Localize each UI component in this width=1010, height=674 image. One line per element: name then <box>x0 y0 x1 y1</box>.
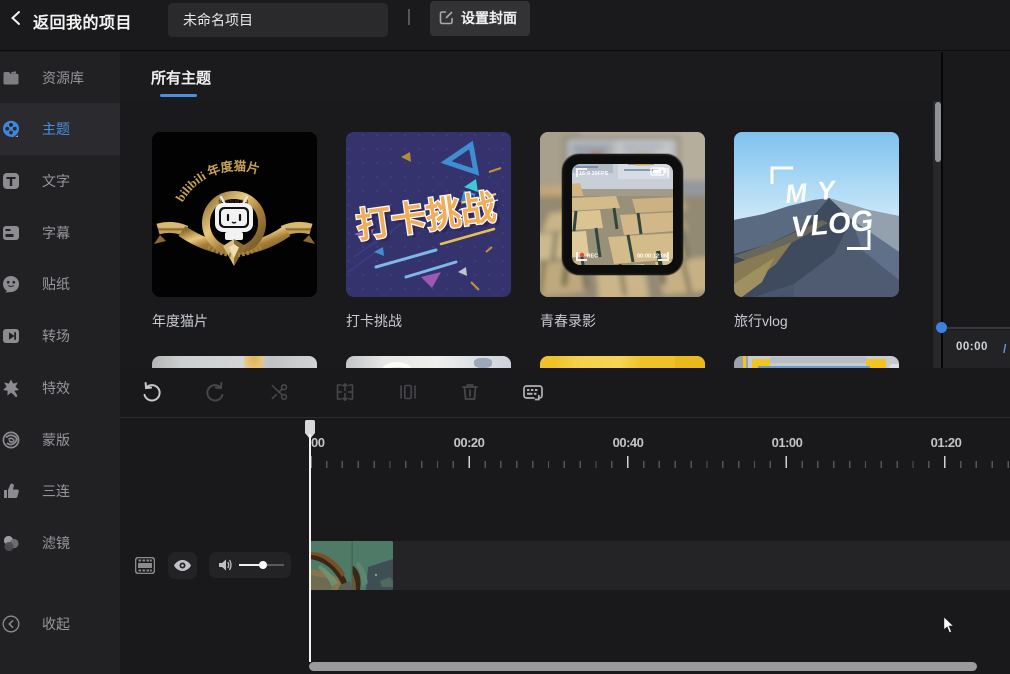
svg-text:16:9 30FPS: 16:9 30FPS <box>579 171 609 177</box>
svg-text:00:00:12:08: 00:00:12:08 <box>637 254 667 260</box>
svg-text:REC: REC <box>587 254 599 260</box>
svg-text:M Y: M Y <box>784 175 839 209</box>
